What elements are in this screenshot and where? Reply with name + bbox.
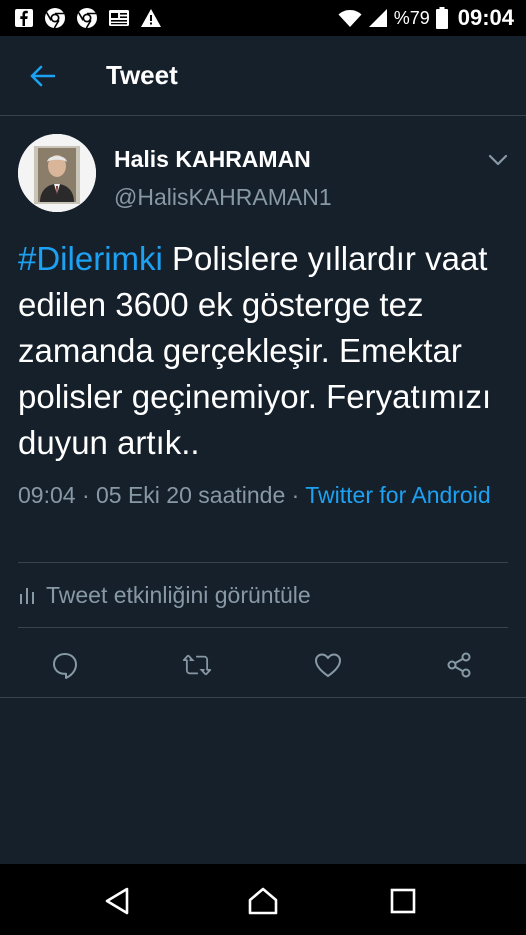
facebook-icon <box>14 8 34 28</box>
reply-icon <box>53 653 77 679</box>
tweet-meta: 09:04 · 05 Eki 20 saatinde · Twitter for… <box>18 478 514 512</box>
hashtag-link[interactable]: #Dilerimki <box>18 240 163 277</box>
status-clock: 09:04 <box>457 5 514 30</box>
like-button[interactable] <box>313 650 343 680</box>
back-button[interactable] <box>22 56 62 96</box>
tweet-actions <box>0 636 526 688</box>
app-bar: Tweet <box>0 36 526 116</box>
chrome-icon <box>44 7 66 29</box>
battery-percent: %79 <box>393 7 430 28</box>
share-button[interactable] <box>444 650 474 680</box>
author-display-name[interactable]: Halis KAHRAMAN <box>114 146 311 173</box>
author-username[interactable]: @HalisKAHRAMAN1 <box>114 184 332 211</box>
navigation-bar <box>0 864 526 935</box>
warning-icon <box>140 8 162 28</box>
wifi-icon <box>338 8 362 28</box>
tweet-text: #Dilerimki Polislere yıllardır vaat edil… <box>18 236 514 466</box>
tweet-source-link[interactable]: Twitter for Android <box>305 482 490 508</box>
tweet-options-button[interactable] <box>486 148 510 172</box>
home-icon <box>248 887 278 915</box>
nav-home-button[interactable] <box>246 884 280 918</box>
nav-back-button[interactable] <box>100 884 134 918</box>
back-arrow-icon <box>30 65 55 86</box>
retweet-button[interactable] <box>182 650 212 680</box>
tweet-activity-label: Tweet etkinliğini görüntüle <box>46 581 311 608</box>
chevron-down-icon <box>488 154 508 166</box>
news-icon <box>108 8 130 28</box>
divider <box>18 562 508 563</box>
reply-button[interactable] <box>50 650 80 680</box>
nav-recents-button[interactable] <box>386 884 420 918</box>
status-bar: %79 09:04 <box>0 0 526 36</box>
tweet-timestamp: 09:04 · 05 Eki 20 saatinde · <box>18 482 306 508</box>
share-icon <box>447 652 471 678</box>
divider <box>18 627 508 628</box>
recents-icon <box>390 888 416 914</box>
notification-icons <box>14 7 162 29</box>
page-title: Tweet <box>106 60 178 90</box>
signal-icon <box>368 8 388 28</box>
chrome-icon <box>76 7 98 29</box>
author-row: Halis KAHRAMAN @HalisKAHRAMAN1 <box>18 134 510 214</box>
retweet-icon <box>182 654 212 676</box>
like-icon <box>315 653 341 677</box>
battery-icon <box>435 7 448 29</box>
system-status: %79 09:04 <box>338 5 514 31</box>
back-triangle-icon <box>105 887 129 915</box>
tweet-activity-link[interactable]: Tweet etkinliğini görüntüle <box>18 578 311 612</box>
avatar[interactable] <box>18 134 96 212</box>
analytics-icon <box>20 588 34 604</box>
divider <box>0 697 526 698</box>
